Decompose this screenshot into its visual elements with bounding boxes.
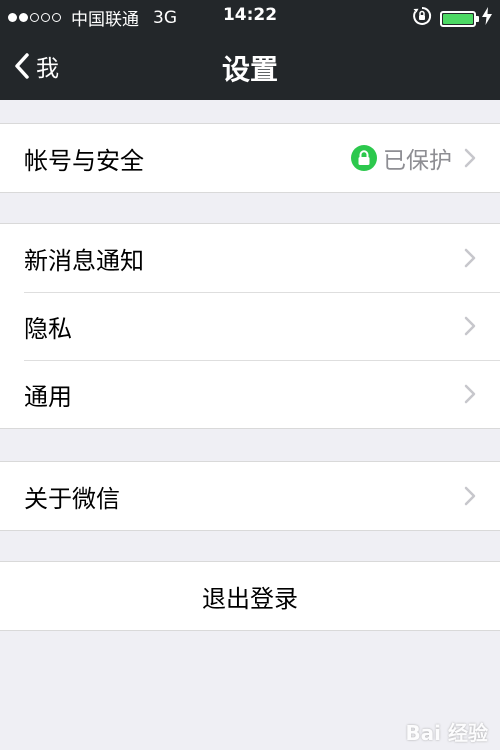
settings-item-general[interactable]: 通用 (0, 360, 500, 428)
logout-button[interactable]: 退出登录 (0, 562, 500, 630)
baidu-jingyan-watermark: Bai 经验 (405, 721, 488, 745)
charging-bolt-icon (482, 7, 492, 30)
logout-group: 退出登录 (0, 561, 500, 631)
settings-item-label: 通用 (24, 382, 72, 411)
settings-item-privacy[interactable]: 隐私 (0, 292, 500, 360)
chevron-right-icon (464, 248, 476, 268)
battery-icon (440, 10, 479, 27)
chevron-right-icon (464, 384, 476, 404)
battery-cap (476, 15, 479, 22)
navigation-bar: 我 设置 (0, 32, 500, 100)
chevron-right-icon (464, 486, 476, 506)
settings-group-about: 关于微信 (0, 461, 500, 531)
settings-group-account: 帐号与安全 已保护 (0, 123, 500, 193)
rotation-lock-icon (412, 6, 432, 31)
settings-item-notifications[interactable]: 新消息通知 (0, 224, 500, 292)
status-right (412, 6, 492, 31)
lock-icon (351, 145, 377, 171)
status-bar: 中国联通 3G 14:22 (0, 0, 500, 32)
settings-item-label: 新消息通知 (24, 246, 144, 275)
settings-item-account-security[interactable]: 帐号与安全 已保护 (0, 124, 500, 192)
settings-item-about-wechat[interactable]: 关于微信 (0, 462, 500, 530)
protection-status: 已保护 (383, 148, 452, 174)
settings-item-label: 关于微信 (24, 484, 120, 513)
chevron-right-icon (464, 148, 476, 168)
settings-group-general: 新消息通知 隐私 通用 (0, 223, 500, 429)
page-title: 设置 (221, 53, 278, 86)
settings-item-label: 帐号与安全 (24, 146, 144, 175)
battery-fill (443, 13, 473, 24)
settings-item-accessory (464, 224, 476, 292)
settings-item-accessory (464, 292, 476, 360)
settings-item-accessory (464, 462, 476, 530)
settings-item-label: 隐私 (24, 314, 72, 343)
chevron-right-icon (464, 316, 476, 336)
settings-item-accessory (464, 360, 476, 428)
settings-item-accessory: 已保护 (351, 124, 476, 192)
